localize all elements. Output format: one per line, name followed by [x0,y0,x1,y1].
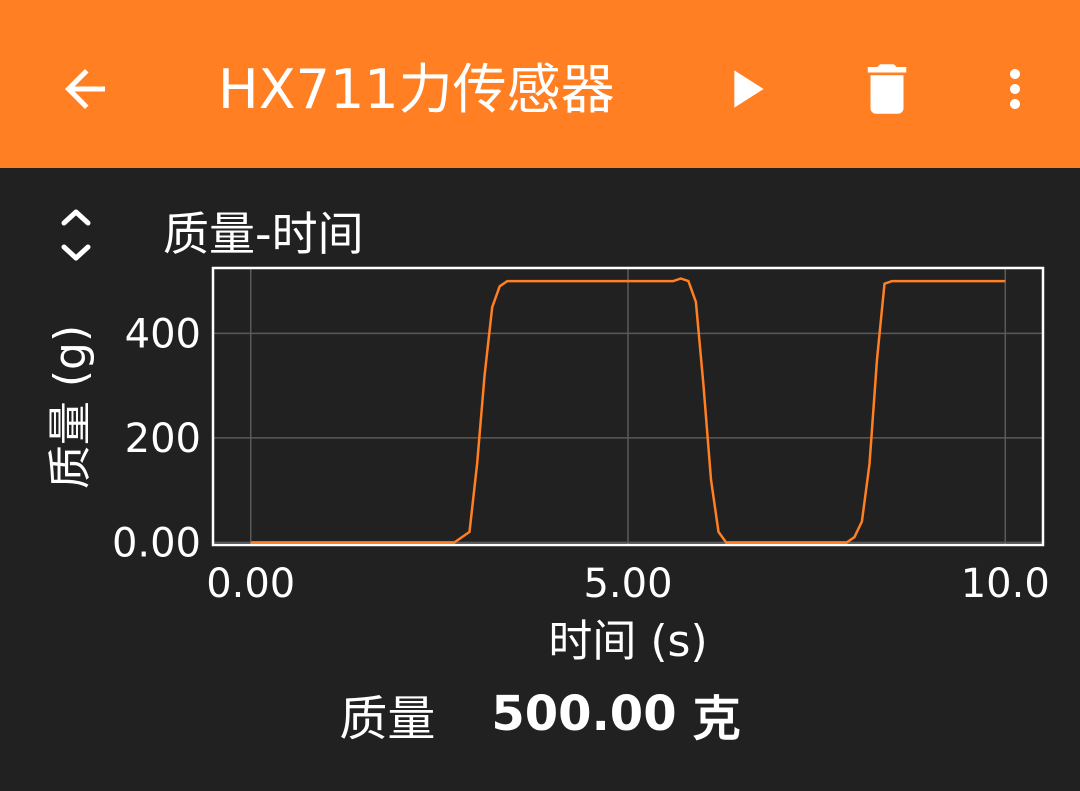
grid-lines [213,268,1043,545]
tick-labels: 0.00 5.00 10.0 0.00 200 400 [112,311,1050,607]
y-tick-label: 200 [125,416,201,462]
more-vert-icon [1010,69,1020,109]
more-options-button[interactable] [970,44,1060,134]
play-icon [734,70,764,108]
y-axis-label: 质量 (g) [45,325,96,489]
mass-readout: 质量 500.00 克 [0,676,1080,752]
app-bar: HX711力传感器 [0,0,1080,168]
readout-value: 500.00 [491,686,677,742]
x-axis-label: 时间 (s) [548,616,707,667]
x-tick-label: 5.00 [583,561,672,607]
unfold-icon [61,209,91,261]
x-tick-label: 10.0 [961,561,1050,607]
arrow-back-icon [65,69,105,109]
y-tick-label: 0.00 [112,520,201,566]
play-button[interactable] [700,44,790,134]
back-button[interactable] [40,44,130,134]
y-tick-label: 400 [125,311,201,357]
delete-button[interactable] [842,44,932,134]
readout-unit: 克 [692,691,741,747]
page-title: HX711力传感器 [218,58,615,121]
trash-icon [867,64,907,114]
x-tick-label: 0.00 [206,561,295,607]
readout-label: 质量 [339,691,436,747]
mass-time-chart: 0.00 5.00 10.0 0.00 200 400 时间 (s) 质量 (g) [45,266,1050,667]
graph-title: 质量-时间 [163,207,364,261]
